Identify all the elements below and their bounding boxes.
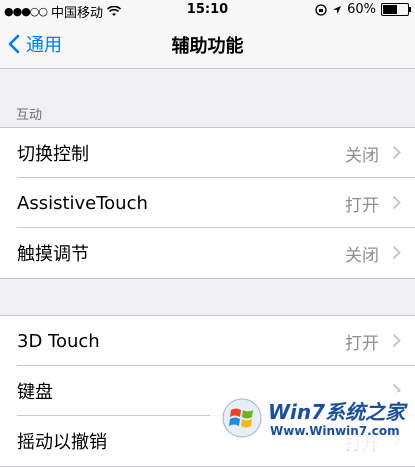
- chevron-right-icon: [392, 145, 401, 160]
- chevron-right-icon: [392, 195, 401, 210]
- status-bar: ●●●○○ 中国移动 15:10 60%: [0, 0, 415, 21]
- location-arrow-icon: [333, 5, 342, 14]
- battery-percent: 60%: [347, 2, 376, 17]
- watermark-url: Www.Winwin7.com: [270, 424, 400, 438]
- watermark-brand: Win7系统之家: [268, 400, 406, 424]
- chevron-right-icon: [392, 333, 401, 348]
- row-label: 键盘: [17, 382, 53, 403]
- row-value: 关闭: [345, 145, 379, 166]
- rotation-lock-icon: [315, 3, 327, 16]
- row-value: 打开: [345, 195, 379, 216]
- row-touch-accommodations[interactable]: 触摸调节 关闭: [0, 228, 415, 278]
- page-title: 辅助功能: [171, 36, 244, 57]
- row-label: 触摸调节: [17, 244, 89, 265]
- row-label: AssistiveTouch: [17, 192, 148, 214]
- row-label: 摇动以撤销: [17, 432, 107, 453]
- row-assistivetouch[interactable]: AssistiveTouch 打开: [0, 178, 415, 228]
- settings-group-interaction: 切换控制 关闭 AssistiveTouch 打开 触摸调节 关闭: [0, 127, 415, 279]
- row-3d-touch[interactable]: 3D Touch 打开: [0, 316, 415, 366]
- row-value: 关闭: [345, 245, 379, 266]
- row-label: 3D Touch: [17, 330, 100, 352]
- battery-icon: [381, 3, 411, 16]
- row-label: 切换控制: [17, 144, 89, 165]
- row-value: 打开: [345, 333, 379, 354]
- row-switch-control[interactable]: 切换控制 关闭: [0, 128, 415, 178]
- watermark: Win7系统之家 Www.Winwin7.com: [210, 392, 415, 450]
- chevron-right-icon: [392, 245, 401, 260]
- navigation-bar: 通用 辅助功能: [0, 20, 415, 69]
- section-header-interaction: 互动: [16, 108, 43, 123]
- windows-logo-icon: [222, 398, 262, 438]
